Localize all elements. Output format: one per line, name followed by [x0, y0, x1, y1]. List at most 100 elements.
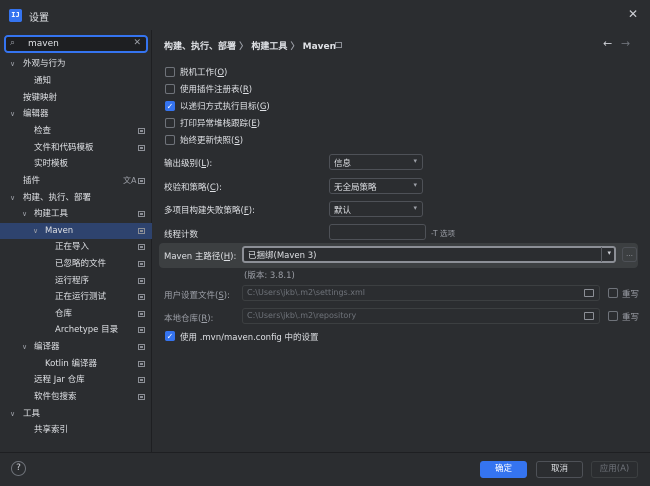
local-repo-override-checkbox[interactable] [608, 311, 618, 321]
forward-arrow-icon[interactable]: → [621, 37, 630, 50]
chevron-down-icon[interactable]: ∨ [10, 406, 15, 422]
sidebar-item-label: 通知 [34, 76, 52, 86]
project-scope-icon [138, 361, 145, 367]
project-scope-icon [138, 394, 145, 400]
help-icon[interactable]: ? [11, 461, 26, 476]
sidebar-item-label: Archetype 目录 [55, 325, 119, 335]
user-settings-input[interactable]: C:\Users\jkb\.m2\settings.xml [242, 285, 600, 301]
user-settings-override-checkbox[interactable] [608, 288, 618, 298]
sidebar-item[interactable]: ∨ 编译器 [0, 339, 152, 355]
sidebar-item[interactable]: 共享索引 [0, 422, 152, 438]
sidebar-item[interactable]: 远程 Jar 仓库 [0, 372, 152, 388]
option-label: 始终更新快照(S) [180, 136, 244, 146]
cancel-button[interactable]: 取消 [536, 461, 583, 478]
sidebar-item-label: Maven [45, 226, 74, 236]
use-maven-config-label: 使用 .mvn/maven.config 中的设置 [180, 333, 319, 343]
sidebar-item[interactable]: ∨ 编辑器 [0, 106, 152, 122]
output-level-select[interactable]: 信息 ▾ [329, 154, 423, 170]
chevron-down-icon[interactable]: ∨ [10, 190, 15, 206]
ok-button[interactable]: 确定 [480, 461, 527, 478]
sidebar-item[interactable]: Kotlin 编译器 [0, 356, 152, 372]
local-repo-input[interactable]: C:\Users\jkb\.m2\repository [242, 308, 600, 324]
sidebar-item[interactable]: ∨ 工具 [0, 406, 152, 422]
sidebar-item-label: 插件 [23, 176, 41, 186]
language-icon: 文A [123, 176, 137, 185]
sidebar-item[interactable]: 检查 [0, 123, 152, 139]
breadcrumb: 构建、执行、部署 〉 构建工具 〉 Maven [164, 42, 337, 52]
maven-home-combo[interactable]: 已捆绑(Maven 3) ▾ [242, 246, 616, 263]
chevron-down-icon: ▾ [413, 204, 417, 212]
sidebar-item[interactable]: ∨ Maven [0, 223, 152, 239]
sidebar-item-label: 工具 [23, 409, 41, 419]
local-repo-override-label: 重写 [622, 313, 640, 323]
sidebar-item[interactable]: 正在运行测试 [0, 289, 152, 305]
option-label: 打印异常堆栈跟踪(E) [180, 119, 261, 129]
sidebar-item-label: 文件和代码模板 [34, 143, 94, 153]
project-scope-icon [138, 278, 145, 284]
option-checkbox[interactable]: ✓ [165, 101, 175, 111]
sidebar-item-label: 外观与行为 [23, 59, 66, 69]
use-maven-config-checkbox[interactable]: ✓ [165, 331, 175, 341]
sidebar-item-label: 正在导入 [55, 242, 90, 252]
chevron-down-icon[interactable]: ∨ [33, 223, 38, 239]
sidebar-item[interactable]: 软件包搜索 [0, 389, 152, 405]
window-title: 设置 [29, 13, 49, 24]
thread-count-hint: -T 选项 [431, 229, 455, 238]
back-arrow-icon[interactable]: ← [603, 37, 612, 50]
sidebar-item[interactable]: 运行程序 [0, 273, 152, 289]
sidebar-item-label: 按键映射 [23, 93, 58, 103]
option-checkbox[interactable] [165, 118, 175, 128]
project-scope-icon [138, 178, 145, 184]
sidebar-item[interactable]: 按键映射 [0, 90, 152, 106]
project-scope-icon [138, 244, 145, 250]
sidebar-item[interactable]: 文件和代码模板 [0, 140, 152, 156]
sidebar-item[interactable]: 正在导入 [0, 239, 152, 255]
sidebar-item[interactable]: 实时模板 [0, 156, 152, 172]
sidebar-item[interactable]: 通知 [0, 73, 152, 89]
user-settings-override-label: 重写 [622, 290, 640, 300]
intellij-app-icon: IJ [9, 9, 22, 22]
chevron-down-icon[interactable]: ∨ [10, 56, 15, 72]
sidebar-item-label: 构建、执行、部署 [23, 193, 92, 203]
sidebar-item[interactable]: Archetype 目录 [0, 322, 152, 338]
apply-button[interactable]: 应用(A) [591, 461, 638, 478]
sidebar-item-label: 实时模板 [34, 159, 69, 169]
chevron-down-icon[interactable]: ∨ [22, 206, 27, 222]
clear-search-icon[interactable]: ✕ [133, 38, 141, 48]
chevron-down-icon[interactable]: ∨ [22, 339, 27, 355]
user-settings-label: 用户设置文件(S): [164, 291, 230, 301]
search-input[interactable]: ⌕ maven ✕ [4, 35, 148, 53]
sidebar-item[interactable]: ∨ 外观与行为 [0, 56, 152, 72]
failure-policy-select[interactable]: 默认 ▾ [329, 201, 423, 217]
option-checkbox[interactable] [165, 84, 175, 94]
browse-maven-home-button[interactable]: … [622, 247, 637, 262]
thread-count-input[interactable] [329, 224, 426, 240]
sidebar-item-label: 已忽略的文件 [55, 259, 107, 269]
project-scope-icon [138, 327, 145, 333]
sidebar-item[interactable]: 已忽略的文件 [0, 256, 152, 272]
close-icon[interactable]: ✕ [628, 7, 638, 21]
sidebar-item[interactable]: ∨ 构建工具 [0, 206, 152, 222]
sidebar-item-label: 远程 Jar 仓库 [34, 375, 85, 385]
sidebar-item[interactable]: ∨ 构建、执行、部署 [0, 190, 152, 206]
project-scope-icon [138, 377, 145, 383]
folder-icon [584, 312, 594, 320]
sidebar-item[interactable]: 仓库 [0, 306, 152, 322]
checksum-policy-select[interactable]: 无全局策略 ▾ [329, 178, 423, 194]
chevron-down-icon[interactable]: ∨ [10, 106, 15, 122]
project-scope-icon [138, 145, 145, 151]
sidebar-item-label: 编译器 [34, 342, 60, 352]
option-label: 以递归方式执行目标(G) [180, 102, 270, 112]
sidebar-item-label: Kotlin 编译器 [45, 359, 97, 369]
chevron-down-icon: ▾ [413, 181, 417, 189]
project-scope-icon [138, 128, 145, 134]
sidebar-item[interactable]: 插件 文A [0, 173, 152, 189]
sidebar-item-label: 正在运行测试 [55, 292, 107, 302]
failure-policy-label: 多项目构建失败策略(F): [164, 206, 255, 216]
sidebar-item-label: 仓库 [55, 309, 73, 319]
search-icon: ⌕ [10, 38, 16, 48]
combo-divider [601, 247, 602, 262]
sidebar-item-label: 检查 [34, 126, 52, 136]
option-checkbox[interactable] [165, 67, 175, 77]
option-checkbox[interactable] [165, 135, 175, 145]
